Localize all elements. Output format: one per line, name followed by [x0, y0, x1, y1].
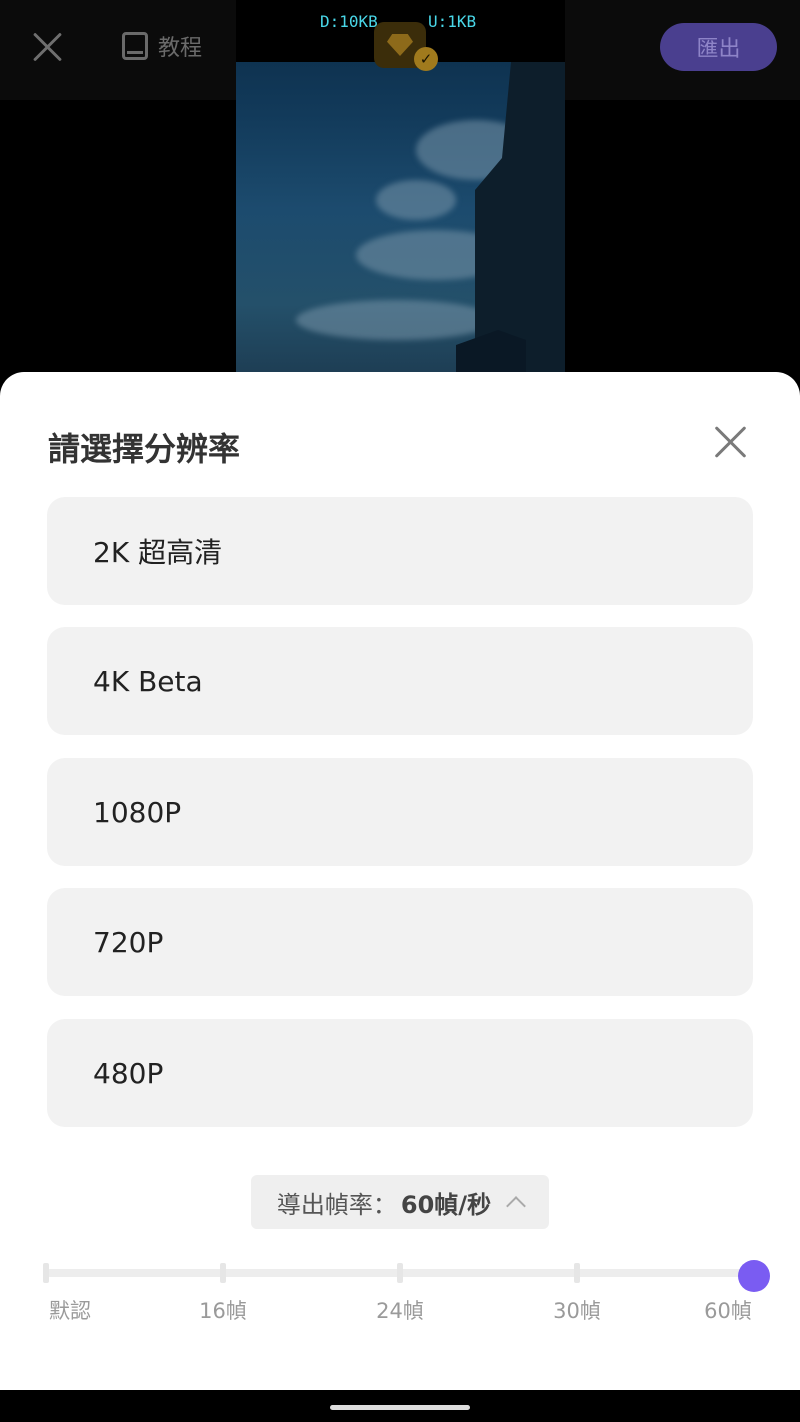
export-button[interactable]: 匯出 — [660, 23, 777, 71]
download-speed: D:10KB — [320, 12, 378, 31]
tutorial-label: 教程 — [158, 36, 203, 61]
slider-tick[interactable] — [220, 1263, 226, 1283]
tick-label-default: 默認 — [49, 1299, 91, 1323]
close-icon[interactable] — [712, 424, 748, 460]
slider-tick[interactable] — [43, 1263, 49, 1283]
fps-label: 導出幀率： — [276, 1190, 397, 1219]
tick-label-24: 24幀 — [376, 1299, 424, 1323]
slider-tick[interactable] — [574, 1263, 580, 1283]
chevron-up-icon — [506, 1196, 526, 1216]
resolution-option-4k[interactable]: 4K Beta — [47, 627, 753, 735]
slider-tick[interactable] — [397, 1263, 403, 1283]
tick-label-30: 30幀 — [553, 1299, 601, 1323]
cloud-shape — [376, 180, 456, 220]
resolution-option-480p[interactable]: 480P — [47, 1019, 753, 1127]
fps-selector[interactable]: 導出幀率： 60幀/秒 — [251, 1175, 549, 1229]
book-icon — [122, 32, 148, 60]
cloud-shape — [296, 300, 496, 340]
resolution-sheet: 請選擇分辨率 2K 超高清 4K Beta 1080P 720P 480P 導出… — [0, 372, 800, 1390]
fps-value: 60幀/秒 — [400, 1190, 492, 1219]
home-indicator[interactable] — [330, 1405, 470, 1410]
tick-label-60: 60幀 — [704, 1299, 752, 1323]
fps-slider-thumb[interactable] — [738, 1260, 770, 1292]
resolution-option-1080p[interactable]: 1080P — [47, 758, 753, 866]
building-silhouette — [475, 62, 565, 380]
tutorial-button[interactable]: 教程 — [122, 30, 202, 62]
resolution-option-720p[interactable]: 720P — [47, 888, 753, 996]
check-icon: ✓ — [414, 47, 438, 71]
sheet-title: 請選擇分辨率 — [48, 430, 241, 468]
video-preview: D:10KB U:1KB ✓ — [236, 0, 565, 380]
upload-speed: U:1KB — [428, 12, 477, 31]
tick-label-16: 16幀 — [199, 1299, 247, 1323]
close-icon[interactable] — [30, 30, 64, 64]
resolution-option-2k[interactable]: 2K 超高清 — [47, 497, 753, 605]
